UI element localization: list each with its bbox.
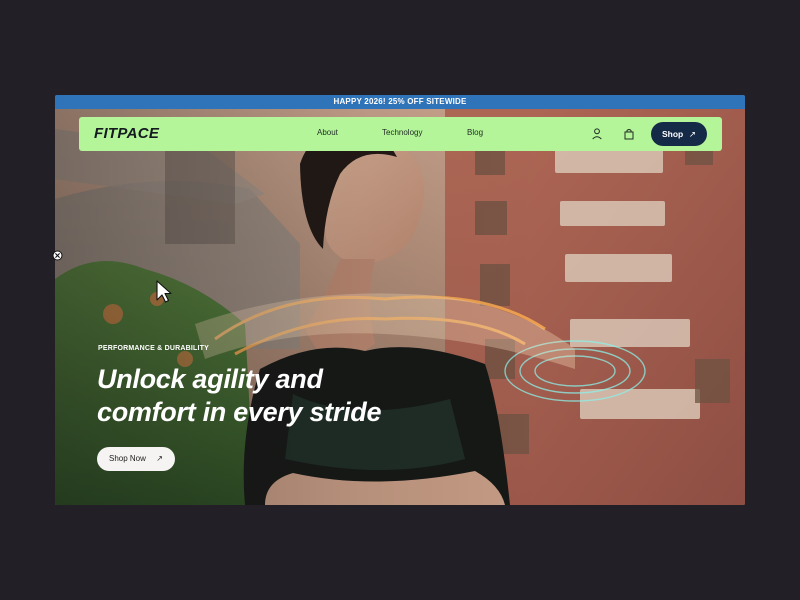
shop-now-button-label: Shop Now: [109, 454, 146, 463]
bag-icon[interactable]: [622, 127, 636, 141]
cursor-icon: [156, 280, 172, 303]
hero-heading: Unlock agility and comfort in every stri…: [97, 363, 427, 429]
top-navigation: FITPACE About Technology Blog Shop ↗: [79, 117, 722, 151]
hero-section: [55, 109, 745, 505]
promo-banner[interactable]: HAPPY 2026! 25% OFF SITEWIDE: [55, 95, 745, 109]
shop-button[interactable]: Shop ↗: [651, 122, 707, 146]
hero-shade-overlay: [55, 109, 745, 505]
arrow-up-right-icon: ↗: [156, 454, 163, 463]
nav-link-technology[interactable]: Technology: [382, 128, 422, 137]
hero-heading-line: Unlock agility and: [97, 364, 323, 394]
nav-link-blog[interactable]: Blog: [467, 128, 483, 137]
nav-link-about[interactable]: About: [317, 128, 338, 137]
shop-now-button[interactable]: Shop Now ↗: [97, 447, 175, 471]
hero-heading-line: comfort in every stride: [97, 397, 382, 427]
arrow-up-right-icon: ↗: [688, 129, 696, 139]
shop-button-label: Shop: [662, 129, 684, 139]
close-icon[interactable]: [52, 250, 63, 261]
user-icon[interactable]: [590, 127, 604, 141]
hero-eyebrow: PERFORMANCE & DURABILITY: [98, 345, 209, 352]
brand-logo[interactable]: FITPACE: [94, 125, 159, 142]
